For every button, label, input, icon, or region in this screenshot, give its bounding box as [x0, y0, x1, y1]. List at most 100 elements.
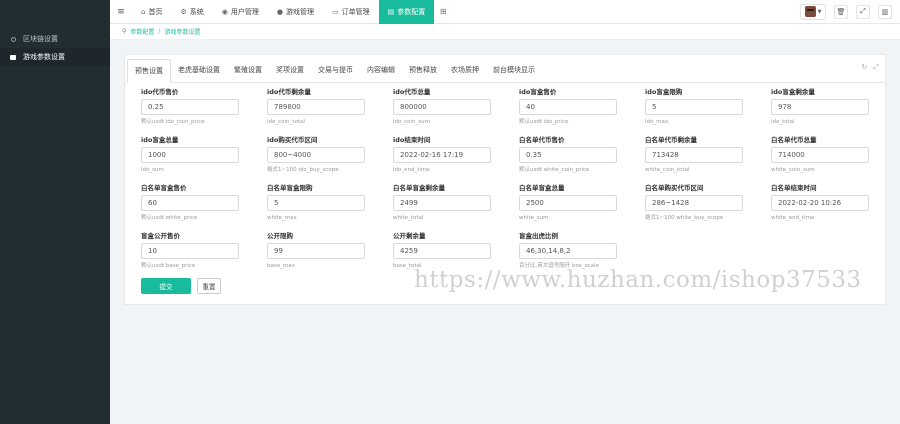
field-input[interactable]	[645, 99, 743, 115]
tab-3[interactable]: 奖项设置	[269, 58, 311, 82]
form-field: 公开限购 base_max	[267, 232, 387, 270]
home-icon: ⌂	[141, 7, 146, 16]
tab-5[interactable]: 内容编辑	[360, 58, 402, 82]
form-field: ido购买代币区间格式1~100 ido_buy_scope	[267, 136, 387, 174]
circle-icon	[9, 35, 17, 43]
tab-1[interactable]: 老虎基础设置	[171, 58, 227, 82]
fullscreen-icon[interactable]: ⤢	[856, 4, 870, 19]
tab-6[interactable]: 预售释放	[402, 58, 444, 82]
field-hint: white_coin_sum	[771, 167, 815, 173]
refresh-icon[interactable]: ↻	[862, 63, 868, 72]
field-input[interactable]	[393, 195, 491, 211]
field-input[interactable]	[645, 147, 743, 163]
field-label: 白名单代币售价	[519, 136, 565, 144]
tab-7[interactable]: 农场质押	[444, 58, 486, 82]
tab-4[interactable]: 交易与提币	[311, 58, 360, 82]
sidebar-brand	[0, 0, 110, 24]
field-label: ido结束时间	[393, 136, 431, 144]
avatar-image	[804, 6, 816, 17]
field-label: ido盲盒剩余量	[771, 88, 815, 96]
nav-item-orders[interactable]: ▭ 订单管理	[323, 0, 379, 24]
field-hint: ido_end_time	[393, 167, 430, 173]
sidebar-item-game-params[interactable]: 游戏参数设置	[0, 48, 110, 66]
nav-label: 参数配置	[397, 7, 426, 16]
breadcrumb-level2[interactable]: 游戏参数设置	[164, 27, 200, 36]
field-input[interactable]	[141, 99, 239, 115]
field-input[interactable]	[267, 147, 365, 163]
tab-2[interactable]: 繁殖设置	[227, 58, 269, 82]
submit-button[interactable]: 提交	[141, 278, 191, 294]
field-label: 白名单结束时间	[771, 184, 817, 192]
nav-item-games[interactable]: ● 游戏管理	[268, 0, 323, 24]
field-hint: ido_max	[645, 119, 669, 125]
field-input[interactable]	[267, 243, 365, 259]
nav-label: 游戏管理	[285, 7, 314, 16]
field-label: 盲盒出虎比例	[519, 232, 558, 240]
field-label: ido代币售价	[141, 88, 179, 96]
form-field: ido盲盒限购 ido_max	[645, 88, 765, 126]
field-input[interactable]	[645, 195, 743, 211]
nav-item-config[interactable]: ▤ 参数配置	[378, 0, 435, 24]
user-icon: ◉	[221, 7, 228, 16]
nav-item-home[interactable]: ⌂ 首页	[132, 0, 171, 24]
field-input[interactable]	[519, 99, 617, 115]
field-input[interactable]	[771, 99, 869, 115]
field-input[interactable]	[393, 147, 491, 163]
game-icon: ●	[276, 7, 283, 16]
field-label: 白名单盲盒限购	[267, 184, 313, 192]
form-field: 白名单盲盒剩余量 white_total	[393, 184, 513, 222]
order-icon: ▭	[331, 7, 339, 16]
field-hint: 百分比,英文逗号隔开 box_scale	[519, 263, 599, 269]
field-hint: white_end_time	[771, 215, 815, 221]
field-input[interactable]	[771, 195, 869, 211]
tab-0[interactable]: 预售设置	[127, 59, 171, 83]
field-input[interactable]	[771, 147, 869, 163]
field-hint: white_max	[267, 215, 297, 221]
field-label: 白名单代币剩余量	[645, 136, 697, 144]
field-input[interactable]	[267, 99, 365, 115]
field-input[interactable]	[141, 195, 239, 211]
field-input[interactable]	[141, 243, 239, 259]
trash-icon[interactable]: 🗑	[834, 4, 848, 19]
reset-button[interactable]: 重置	[197, 278, 221, 294]
tab-8[interactable]: 前台模块显示	[486, 58, 542, 82]
field-hint: ido_sum	[141, 167, 164, 173]
sidebar-item-blockchain-settings[interactable]: 区块链设置	[0, 30, 110, 48]
breadcrumb-level1[interactable]: 参数配置	[130, 27, 154, 36]
menu-toggle-icon[interactable]: ≡	[110, 0, 132, 24]
field-hint: 默认usdt white_price	[141, 215, 198, 221]
field-input[interactable]	[267, 195, 365, 211]
grid-icon[interactable]: ⊞	[434, 0, 452, 24]
form-field: ido代币总量 ido_coin_sum	[393, 88, 513, 126]
field-hint: 默认usdt ido_coin_price	[141, 119, 205, 125]
field-hint: ido_coin_sum	[393, 119, 430, 125]
tab-bar: 预售设置 老虎基础设置 繁殖设置 奖项设置 交易与提币 内容编辑 预售释放 农场质押 前台模块显…	[125, 55, 885, 83]
field-input[interactable]	[519, 243, 617, 259]
config-icon: ▤	[387, 7, 395, 16]
field-hint: 格式1~100 white_buy_scope	[645, 215, 724, 221]
field-input[interactable]	[519, 147, 617, 163]
breadcrumb: ⚲ 参数配置 / 游戏参数设置	[110, 24, 900, 40]
field-hint: 默认usdt ido_price	[519, 119, 569, 125]
breadcrumb-separator: /	[158, 28, 161, 35]
form-field: 白名单盲盒售价默认usdt white_price	[141, 184, 261, 222]
field-input[interactable]	[393, 243, 491, 259]
nav-item-users[interactable]: ◉ 用户管理	[213, 0, 268, 24]
field-input[interactable]	[141, 147, 239, 163]
field-label: ido盲盒售价	[519, 88, 557, 96]
nav-item-system[interactable]: ⚙ 系统	[171, 0, 212, 24]
field-label: ido代币总量	[393, 88, 431, 96]
panel-tools: ↻ ⤢	[862, 63, 879, 72]
expand-icon[interactable]: ⤢	[873, 63, 879, 72]
layout-icon[interactable]: ▥	[878, 4, 892, 19]
form-field: 盲盒公开售价默认usdt base_price	[141, 232, 261, 270]
field-hint: 格式1~100 ido_buy_scope	[267, 167, 339, 173]
field-input[interactable]	[519, 195, 617, 211]
form-field: ido盲盒售价默认usdt ido_price	[519, 88, 639, 126]
sidebar-item-label: 区块链设置	[23, 35, 58, 43]
field-input[interactable]	[393, 99, 491, 115]
field-label: ido盲盒总量	[141, 136, 179, 144]
field-label: 盲盒公开售价	[141, 232, 180, 240]
field-hint: base_max	[267, 263, 295, 269]
avatar[interactable]: ▼	[800, 3, 826, 20]
